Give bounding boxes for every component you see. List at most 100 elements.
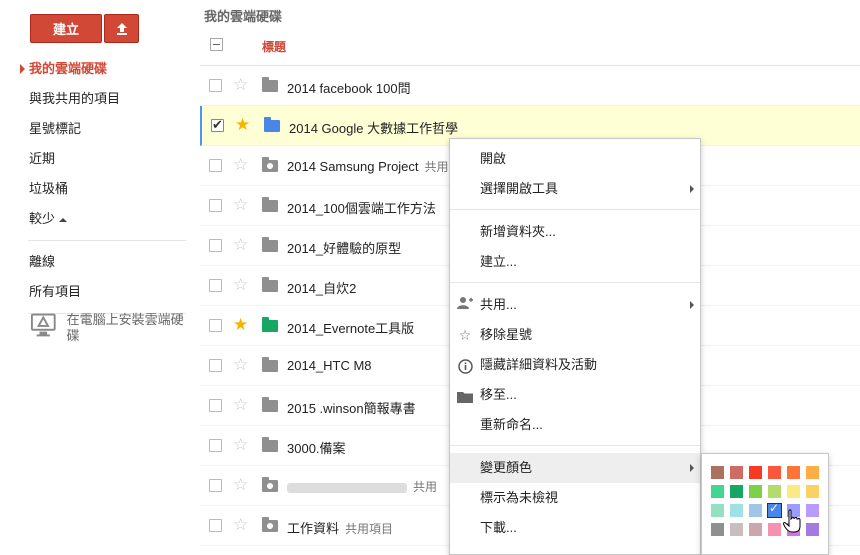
menu-item-rename[interactable]: 重新命名...: [450, 410, 700, 440]
file-name-text: 工作資料: [287, 521, 340, 536]
menu-item-open-with[interactable]: 選擇開啟工具: [450, 174, 700, 204]
menu-item-create[interactable]: 建立...: [450, 247, 700, 277]
star-outline-icon[interactable]: ☆: [233, 435, 248, 455]
menu-item-label: 移除星號: [480, 327, 533, 342]
sidebar-item-shared-with-me[interactable]: 與我共用的項目: [0, 84, 200, 114]
menu-item-new-folder[interactable]: 新增資料夾...: [450, 217, 700, 247]
menu-item-download[interactable]: 下載...: [450, 513, 700, 543]
row-checkbox[interactable]: [209, 159, 222, 172]
row-checkbox[interactable]: [209, 279, 222, 292]
color-swatch[interactable]: [768, 485, 781, 498]
star-outline-icon[interactable]: ☆: [233, 155, 248, 175]
sidebar-item-my-drive[interactable]: 我的雲端硬碟: [0, 54, 200, 84]
install-drive-link[interactable]: 在電腦上安裝雲端硬碟: [30, 312, 190, 344]
file-name[interactable]: 2014_好體驗的原型: [287, 238, 401, 257]
color-swatch[interactable]: [749, 485, 762, 498]
star-outline-icon[interactable]: ☆: [233, 395, 248, 415]
file-name[interactable]: 工作資料 共用項目: [287, 518, 393, 537]
menu-item-move-to[interactable]: 移至...: [450, 380, 700, 410]
sidebar-item-all-items[interactable]: 所有項目: [0, 277, 200, 307]
star-outline-icon[interactable]: ☆: [233, 235, 248, 255]
file-name[interactable]: 2014_Evernote工具版: [287, 318, 414, 337]
file-name[interactable]: 2014 Google 大數據工作哲學: [289, 118, 458, 137]
menu-item-label: 標示為未檢視: [480, 490, 559, 505]
row-checkbox[interactable]: [209, 79, 222, 92]
sidebar-item-offline[interactable]: 離線: [0, 247, 200, 277]
color-swatch[interactable]: [730, 504, 743, 517]
list-header: 標題: [200, 28, 860, 66]
color-swatch[interactable]: [749, 466, 762, 479]
color-swatch[interactable]: [806, 504, 819, 517]
star-outline-icon[interactable]: ☆: [233, 355, 248, 375]
color-swatch[interactable]: [787, 466, 800, 479]
menu-item-label: 隱藏詳細資料及活動: [480, 357, 598, 372]
row-checkbox[interactable]: [209, 359, 222, 372]
file-row[interactable]: ☆ 2014 facebook 100問: [200, 66, 860, 106]
file-name[interactable]: 2014_100個雲端工作方法: [287, 198, 436, 217]
select-all-checkbox[interactable]: [210, 38, 223, 51]
file-name[interactable]: 3000.備案: [287, 438, 346, 457]
row-checkbox[interactable]: [209, 399, 222, 412]
color-swatch[interactable]: [711, 504, 724, 517]
menu-item-open[interactable]: 開啟: [450, 144, 700, 174]
color-swatch[interactable]: [806, 485, 819, 498]
file-name[interactable]: 2015 .winson簡報專書: [287, 398, 416, 417]
star-outline-icon[interactable]: ☆: [233, 475, 248, 495]
color-swatch[interactable]: [768, 466, 781, 479]
file-name[interactable]: 2014_HTC M8: [287, 358, 372, 373]
row-checkbox[interactable]: [209, 199, 222, 212]
menu-item-share[interactable]: 共用...: [450, 290, 700, 320]
color-swatch[interactable]: [730, 523, 743, 536]
color-swatch[interactable]: [711, 466, 724, 479]
color-swatch[interactable]: [806, 466, 819, 479]
sidebar-item-less[interactable]: 較少: [0, 204, 200, 234]
color-swatch[interactable]: [711, 523, 724, 536]
color-swatch[interactable]: [787, 485, 800, 498]
star-filled-icon[interactable]: ★: [235, 115, 250, 135]
menu-item-remove-star[interactable]: ☆ 移除星號: [450, 320, 700, 350]
color-swatch[interactable]: [749, 523, 762, 536]
file-name[interactable]: 共用: [287, 478, 437, 495]
star-outline-icon[interactable]: ☆: [233, 275, 248, 295]
color-swatch[interactable]: [806, 523, 819, 536]
folder-icon: [264, 117, 280, 132]
color-swatch[interactable]: [730, 466, 743, 479]
color-swatch[interactable]: [768, 523, 781, 536]
color-swatch[interactable]: [730, 485, 743, 498]
file-name[interactable]: 2014 Samsung Project 共用: [287, 158, 449, 175]
folder-icon: [262, 197, 278, 212]
row-checkbox[interactable]: [209, 519, 222, 532]
create-button[interactable]: 建立: [30, 14, 102, 43]
color-swatch[interactable]: ✓: [767, 501, 782, 518]
hand-cursor-icon: [782, 509, 801, 539]
breadcrumb[interactable]: 我的雲端硬碟: [204, 6, 282, 25]
color-swatch[interactable]: [711, 485, 724, 498]
file-name[interactable]: 2014 facebook 100問: [287, 78, 411, 97]
sidebar-item-recent[interactable]: 近期: [0, 144, 200, 174]
row-checkbox[interactable]: [209, 319, 222, 332]
menu-item-change-color[interactable]: 變更顏色: [450, 453, 700, 483]
star-outline-icon[interactable]: ☆: [233, 75, 248, 95]
submenu-arrow-icon: [690, 185, 694, 193]
add-person-icon: [457, 290, 473, 320]
shared-folder-icon: [262, 477, 278, 492]
file-name[interactable]: 2014_自炊2: [287, 278, 356, 297]
menu-item-label: 新增資料夾...: [480, 224, 556, 239]
row-checkbox[interactable]: [209, 439, 222, 452]
menu-item-label: 開啟: [480, 151, 507, 166]
folder-icon: [262, 437, 278, 452]
sidebar-item-trash[interactable]: 垃圾桶: [0, 174, 200, 204]
menu-item-hide-details[interactable]: 隱藏詳細資料及活動: [450, 350, 700, 380]
star-outline-icon[interactable]: ☆: [233, 515, 248, 535]
menu-item-mark-unviewed[interactable]: 標示為未檢視: [450, 483, 700, 513]
row-checkbox[interactable]: [209, 239, 222, 252]
star-outline-icon[interactable]: ☆: [233, 195, 248, 215]
file-name-text: 2014_自炊2: [287, 281, 357, 296]
title-column-header[interactable]: 標題: [262, 38, 286, 55]
upload-button[interactable]: [104, 14, 139, 43]
sidebar-item-starred[interactable]: 星號標記: [0, 114, 200, 144]
color-swatch[interactable]: [749, 504, 762, 517]
row-checkbox[interactable]: [211, 117, 224, 133]
star-filled-icon[interactable]: ★: [233, 315, 248, 335]
row-checkbox[interactable]: [209, 479, 222, 492]
